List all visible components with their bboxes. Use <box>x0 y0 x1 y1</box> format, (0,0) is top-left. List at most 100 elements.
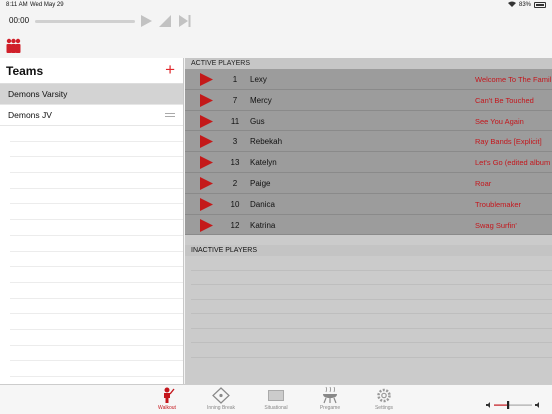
volume-slider[interactable] <box>486 396 542 409</box>
status-time: 8:11 AM <box>6 2 28 8</box>
empty-row <box>10 346 183 362</box>
empty-row <box>191 300 552 315</box>
status-indicators: 83% <box>507 1 546 9</box>
play-walkout-icon[interactable] <box>199 156 213 170</box>
player-number: 10 <box>230 199 240 209</box>
battery-percent: 83% <box>518 2 531 8</box>
song-title: Troublemaker <box>475 199 521 209</box>
player-name: Katelyn <box>250 158 277 168</box>
tab-label: Pregame <box>319 405 341 411</box>
play-walkout-icon[interactable] <box>199 93 213 107</box>
song-title: Can't Be Touched <box>475 95 534 105</box>
player-number: 3 <box>232 137 238 147</box>
player-number: 2 <box>232 178 238 188</box>
player-row[interactable]: 3 Rebekah Ray Bands [Explicit] <box>185 131 552 153</box>
song-title: Ray Bands [Explicit] <box>475 137 542 147</box>
empty-row <box>10 189 183 205</box>
player-number: 1 <box>232 75 238 84</box>
skip-forward-icon <box>179 15 191 27</box>
empty-row <box>191 256 552 271</box>
team-roster-icon[interactable] <box>5 38 22 54</box>
play-walkout-icon[interactable] <box>199 176 213 190</box>
situational-icon <box>268 390 284 401</box>
active-players-header: ACTIVE PLAYERS <box>185 58 552 69</box>
team-row-demons-varsity[interactable]: Demons Varsity <box>0 84 183 105</box>
wifi-icon <box>507 1 516 9</box>
settings-icon <box>377 388 391 403</box>
progress-slider[interactable] <box>35 20 135 23</box>
player-row[interactable]: 11 Gus See You Again <box>185 110 552 132</box>
inning-break-icon <box>212 387 230 404</box>
player-number: 11 <box>230 116 240 126</box>
fade-icon <box>159 15 171 27</box>
play-icon <box>141 15 152 27</box>
fade-button[interactable] <box>157 13 173 29</box>
tab-label: Inning Break <box>206 405 236 411</box>
empty-row <box>191 329 552 344</box>
empty-row <box>10 142 183 158</box>
player-name: Lexy <box>250 75 267 84</box>
play-walkout-icon[interactable] <box>199 197 213 211</box>
player-row[interactable]: 13 Katelyn Let's Go (edited album <box>185 152 552 173</box>
empty-row <box>10 267 183 283</box>
walkout-icon <box>164 387 175 403</box>
team-label: Demons Varsity <box>8 89 68 99</box>
empty-row <box>10 314 183 330</box>
empty-row <box>10 361 183 377</box>
empty-row <box>10 220 183 236</box>
play-walkout-icon[interactable] <box>199 114 213 128</box>
empty-row <box>10 330 183 346</box>
sidebar-title: Teams <box>6 64 44 78</box>
empty-row <box>10 252 183 268</box>
inactive-players-header: INACTIVE PLAYERS <box>185 245 552 257</box>
players-panel: ACTIVE PLAYERS 1 Lexy Welcome To The Famil… <box>185 58 552 384</box>
player-name: Paige <box>250 178 271 188</box>
empty-row <box>10 236 183 252</box>
song-title: Welcome To The Famil <box>475 75 552 84</box>
player-row[interactable]: 1 Lexy Welcome To The Famil <box>185 69 552 90</box>
player-number: 13 <box>230 158 240 168</box>
tab-label: Situational <box>264 405 288 411</box>
status-bar: 8:11 AM Wed May 29 83% <box>0 0 552 11</box>
empty-row <box>10 204 183 221</box>
play-button[interactable] <box>138 13 154 29</box>
song-title: Roar <box>475 178 492 188</box>
skip-button[interactable] <box>177 13 193 29</box>
reorder-handle-icon[interactable] <box>165 113 175 117</box>
battery-icon <box>534 2 546 8</box>
empty-row <box>191 314 552 329</box>
song-title: See You Again <box>475 116 524 126</box>
song-title: Swag Surfin' <box>475 220 517 230</box>
player-name: Rebekah <box>250 137 283 147</box>
player-row[interactable]: 12 Katrina Swag Surfin' <box>185 214 552 236</box>
player-name: Gus <box>250 116 265 126</box>
tab-settings[interactable]: Settings <box>364 387 404 414</box>
tab-situational[interactable]: Situational <box>256 387 296 414</box>
pregame-icon <box>323 387 337 404</box>
empty-row <box>191 271 552 286</box>
player-number: 7 <box>232 95 238 105</box>
tab-pregame[interactable]: Pregame <box>310 387 350 414</box>
empty-row <box>191 343 552 358</box>
elapsed-time: 00:00 <box>9 16 30 25</box>
empty-row <box>10 173 183 189</box>
team-row-demons-jv[interactable]: Demons JV <box>0 105 183 126</box>
tab-bar: Walkout Inning Break Situational Pregame… <box>0 384 552 414</box>
add-team-button[interactable]: + <box>165 61 175 79</box>
player-number: 12 <box>230 220 240 230</box>
team-label: Demons JV <box>8 110 52 120</box>
empty-row <box>10 283 183 299</box>
volume-thumb <box>507 401 510 409</box>
tab-walkout[interactable]: Walkout <box>147 387 187 414</box>
play-walkout-icon[interactable] <box>199 135 213 149</box>
tab-inning-break[interactable]: Inning Break <box>201 387 241 414</box>
transport-bar: 00:00 <box>0 11 552 33</box>
play-walkout-icon[interactable] <box>199 73 213 86</box>
empty-row <box>191 285 552 300</box>
teams-sidebar: Teams + Demons Varsity Demons JV <box>0 58 184 384</box>
player-row[interactable]: 10 Danica Troublemaker <box>185 193 552 215</box>
volume-low-icon <box>486 402 490 408</box>
play-walkout-icon[interactable] <box>199 218 213 232</box>
player-row[interactable]: 7 Mercy Can't Be Touched <box>185 89 552 111</box>
player-row[interactable]: 2 Paige Roar <box>185 172 552 194</box>
